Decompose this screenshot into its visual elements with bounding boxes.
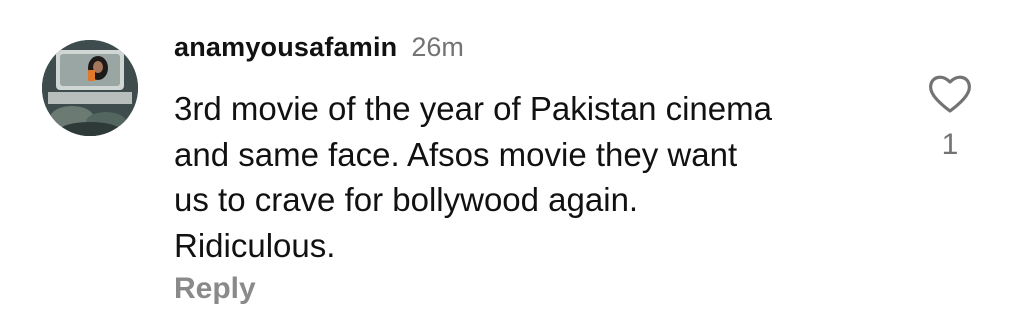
avatar-photo-icon <box>42 40 138 136</box>
username-link[interactable]: anamyousafamin <box>174 32 397 63</box>
comment-line: Ridiculous. <box>174 226 336 264</box>
like-button[interactable] <box>926 70 974 118</box>
timestamp: 26m <box>411 32 464 62</box>
like-count: 1 <box>941 128 959 161</box>
comment-line: and same face. Afsos movie they want <box>174 135 738 173</box>
comment-header: anamyousafamin 26m <box>174 32 464 72</box>
reply-button[interactable]: Reply <box>174 272 256 306</box>
comment-line: 3rd movie of the year of Pakistan cinema <box>174 90 772 127</box>
comment-line: us to crave for bollywood again. <box>174 181 639 218</box>
comment-text: 3rd movie of the year of Pakistan cinema… <box>174 86 874 268</box>
heart-outline-icon <box>928 75 972 113</box>
comment: anamyousafamin 26m 3rd movie of the year… <box>0 0 1024 336</box>
avatar[interactable] <box>42 40 138 136</box>
